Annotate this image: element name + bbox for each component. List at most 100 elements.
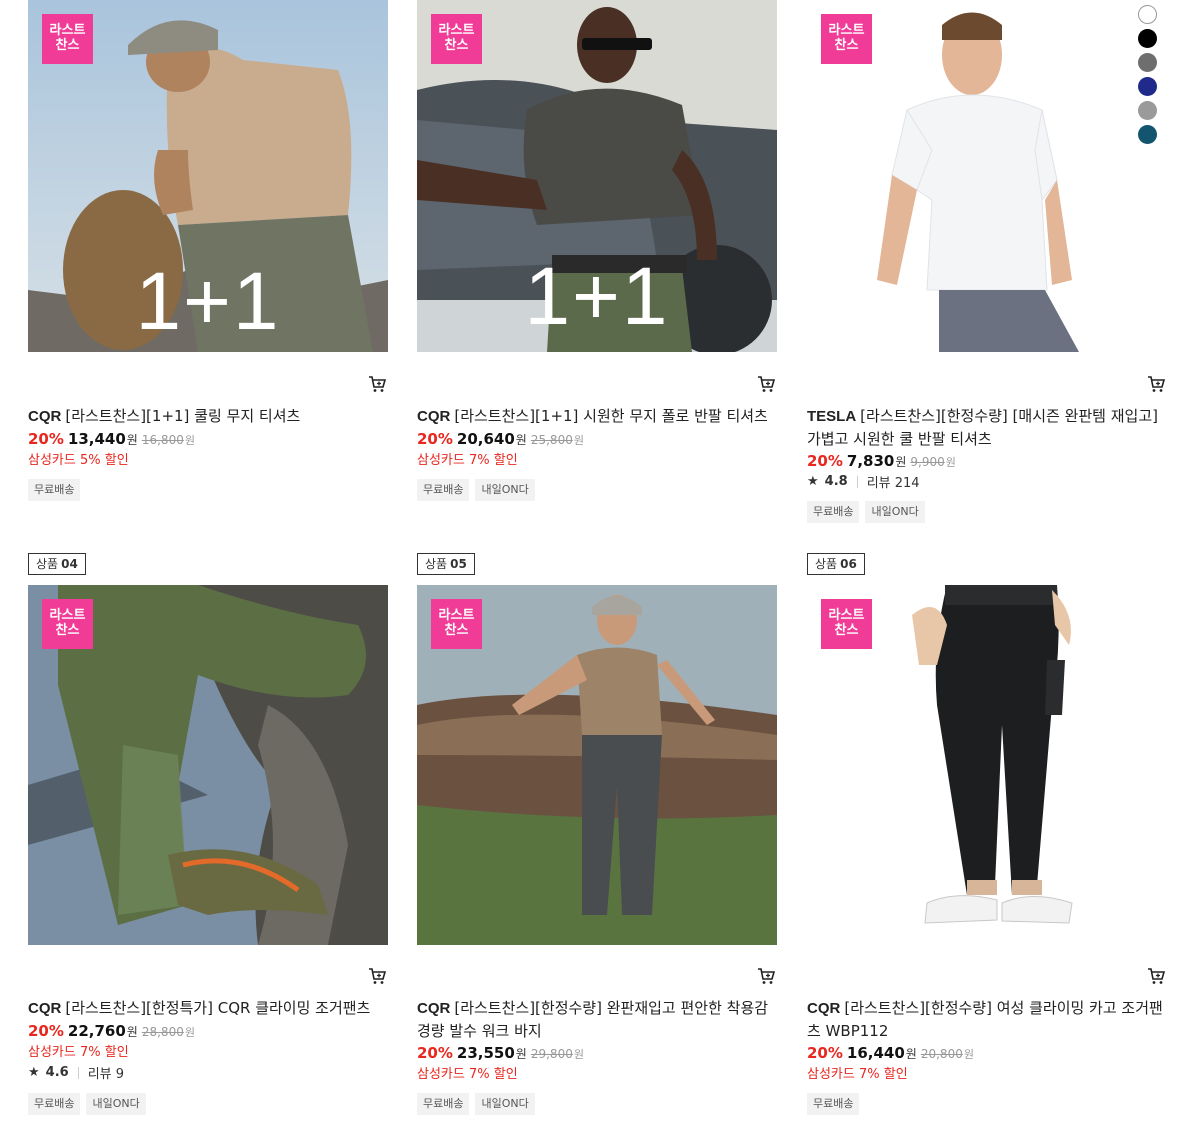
- original-price: 20,800: [920, 1047, 963, 1061]
- product-name: [라스트찬스][한정수량] 여성 클라이밍 카고 조거팬츠 WBP112: [807, 999, 1163, 1040]
- price-row: 20% 7,830원 9,900원: [807, 451, 956, 473]
- currency: 원: [515, 1047, 527, 1061]
- discount-rate: 20%: [807, 452, 843, 470]
- brand-name: CQR: [417, 1000, 451, 1017]
- tag-free-shipping: 무료배송: [28, 479, 81, 501]
- price-row: 20% 23,550원 29,800원: [417, 1043, 584, 1065]
- last-chance-badge: 라스트 찬스: [42, 14, 93, 64]
- cart-icon[interactable]: [757, 375, 775, 393]
- product-image[interactable]: 라스트 찬스: [417, 585, 777, 945]
- product-title[interactable]: CQR [라스트찬스][한정특가] CQR 클라이밍 조거팬츠: [28, 997, 388, 1020]
- one-plus-one-overlay: 1+1: [524, 251, 670, 342]
- original-price: 16,800: [141, 433, 184, 447]
- original-price: 25,800: [530, 433, 573, 447]
- review-summary[interactable]: ★ 4.6 리뷰 9: [28, 1063, 124, 1082]
- sale-price: 16,440: [846, 1044, 905, 1062]
- tag-free-shipping: 무료배송: [417, 1093, 470, 1115]
- card-promo: 삼성카드 7% 할인: [417, 453, 518, 468]
- product-title[interactable]: CQR [라스트찬스][1+1] 시원한 무지 폴로 반팔 티셔츠: [417, 405, 777, 428]
- product-name: [라스트찬스][1+1] 시원한 무지 폴로 반팔 티셔츠: [454, 407, 768, 425]
- color-swatch[interactable]: [1138, 29, 1157, 48]
- tag-free-shipping: 무료배송: [28, 1093, 81, 1115]
- card-promo: 삼성카드 7% 할인: [807, 1067, 908, 1082]
- price-row: 20% 13,440원 16,800원: [28, 429, 195, 451]
- price-row: 20% 22,760원 28,800원: [28, 1021, 195, 1043]
- currency: 원: [184, 1026, 195, 1039]
- currency: 원: [515, 433, 527, 447]
- divider: [856, 475, 858, 488]
- color-swatch[interactable]: [1138, 125, 1157, 144]
- last-chance-badge: 라스트 찬스: [821, 599, 872, 649]
- cart-icon[interactable]: [757, 967, 775, 985]
- rank-label: 상품 04: [28, 553, 86, 575]
- product-title[interactable]: CQR [라스트찬스][한정수량] 여성 클라이밍 카고 조거팬츠 WBP112: [807, 997, 1167, 1042]
- product-title[interactable]: CQR [라스트찬스][한정수량] 완판재입고 편안한 착용감 경량 발수 워크 …: [417, 997, 777, 1042]
- currency: 원: [895, 455, 907, 469]
- original-price: 29,800: [530, 1047, 573, 1061]
- original-price: 9,900: [910, 455, 945, 469]
- cart-icon[interactable]: [368, 375, 386, 393]
- last-chance-badge: 라스트 찬스: [821, 14, 872, 64]
- last-chance-badge: 라스트 찬스: [431, 14, 482, 64]
- card-promo: 삼성카드 7% 할인: [417, 1067, 518, 1082]
- tag-next-day: 내일ON다: [475, 1093, 535, 1115]
- rating-value: 4.6: [45, 1065, 69, 1080]
- cart-icon[interactable]: [1147, 375, 1165, 393]
- rank-label: 상품 05: [417, 553, 475, 575]
- product-title[interactable]: CQR [라스트찬스][1+1] 쿨링 무지 티셔츠: [28, 405, 388, 428]
- tag-next-day: 내일ON다: [865, 501, 925, 523]
- sale-price: 23,550: [456, 1044, 515, 1062]
- review-count: 리뷰 9: [87, 1067, 125, 1082]
- currency: 원: [905, 1047, 917, 1061]
- brand-name: TESLA: [807, 408, 857, 425]
- product-name: [라스트찬스][한정수량] [매시즌 완판템 재입고] 가볍고 시원한 쿨 반팔…: [807, 407, 1158, 448]
- color-swatch[interactable]: [1138, 101, 1157, 120]
- tag-list: 무료배송 내일ON다: [807, 501, 925, 523]
- tag-list: 무료배송 내일ON다: [417, 479, 535, 501]
- brand-name: CQR: [807, 1000, 841, 1017]
- review-summary[interactable]: ★ 4.8 리뷰 214: [807, 472, 920, 491]
- tag-list: 무료배송 내일ON다: [417, 1093, 535, 1115]
- product-image[interactable]: 라스트 찬스: [807, 585, 1167, 945]
- color-swatches: [1138, 5, 1157, 149]
- color-swatch[interactable]: [1138, 5, 1157, 24]
- currency: 원: [945, 456, 956, 469]
- discount-rate: 20%: [28, 1022, 64, 1040]
- brand-name: CQR: [417, 408, 451, 425]
- star-icon: ★: [807, 474, 819, 489]
- card-promo: 삼성카드 5% 할인: [28, 453, 129, 468]
- sale-price: 7,830: [846, 452, 895, 470]
- tag-next-day: 내일ON다: [86, 1093, 146, 1115]
- tag-free-shipping: 무료배송: [417, 479, 470, 501]
- tag-list: 무료배송 내일ON다: [28, 1093, 146, 1115]
- currency: 원: [126, 433, 138, 447]
- one-plus-one-overlay: 1+1: [135, 256, 281, 347]
- currency: 원: [963, 1048, 974, 1061]
- product-name: [라스트찬스][한정수량] 완판재입고 편안한 착용감 경량 발수 워크 바지: [417, 999, 769, 1040]
- star-icon: ★: [28, 1065, 40, 1080]
- cart-icon[interactable]: [1147, 967, 1165, 985]
- tag-free-shipping: 무료배송: [807, 501, 860, 523]
- product-title[interactable]: TESLA [라스트찬스][한정수량] [매시즌 완판템 재입고] 가볍고 시원한…: [807, 405, 1167, 450]
- last-chance-badge: 라스트 찬스: [42, 599, 93, 649]
- currency: 원: [184, 434, 195, 447]
- currency: 원: [126, 1025, 138, 1039]
- product-image[interactable]: 라스트 찬스 1+1: [28, 0, 388, 352]
- price-row: 20% 20,640원 25,800원: [417, 429, 584, 451]
- color-swatch[interactable]: [1138, 77, 1157, 96]
- brand-name: CQR: [28, 408, 62, 425]
- currency: 원: [573, 1048, 584, 1061]
- product-name: [라스트찬스][한정특가] CQR 클라이밍 조거팬츠: [65, 999, 371, 1017]
- tag-list: 무료배송: [28, 479, 81, 501]
- divider: [77, 1066, 79, 1079]
- product-image[interactable]: 라스트 찬스 1+1: [417, 0, 777, 352]
- cart-icon[interactable]: [368, 967, 386, 985]
- color-swatch[interactable]: [1138, 53, 1157, 72]
- tag-free-shipping: 무료배송: [807, 1093, 860, 1115]
- product-image[interactable]: 라스트 찬스: [807, 0, 1167, 352]
- sale-price: 22,760: [67, 1022, 126, 1040]
- card-promo: 삼성카드 7% 할인: [28, 1045, 129, 1060]
- discount-rate: 20%: [28, 430, 64, 448]
- product-image[interactable]: 라스트 찬스: [28, 585, 388, 945]
- discount-rate: 20%: [417, 1044, 453, 1062]
